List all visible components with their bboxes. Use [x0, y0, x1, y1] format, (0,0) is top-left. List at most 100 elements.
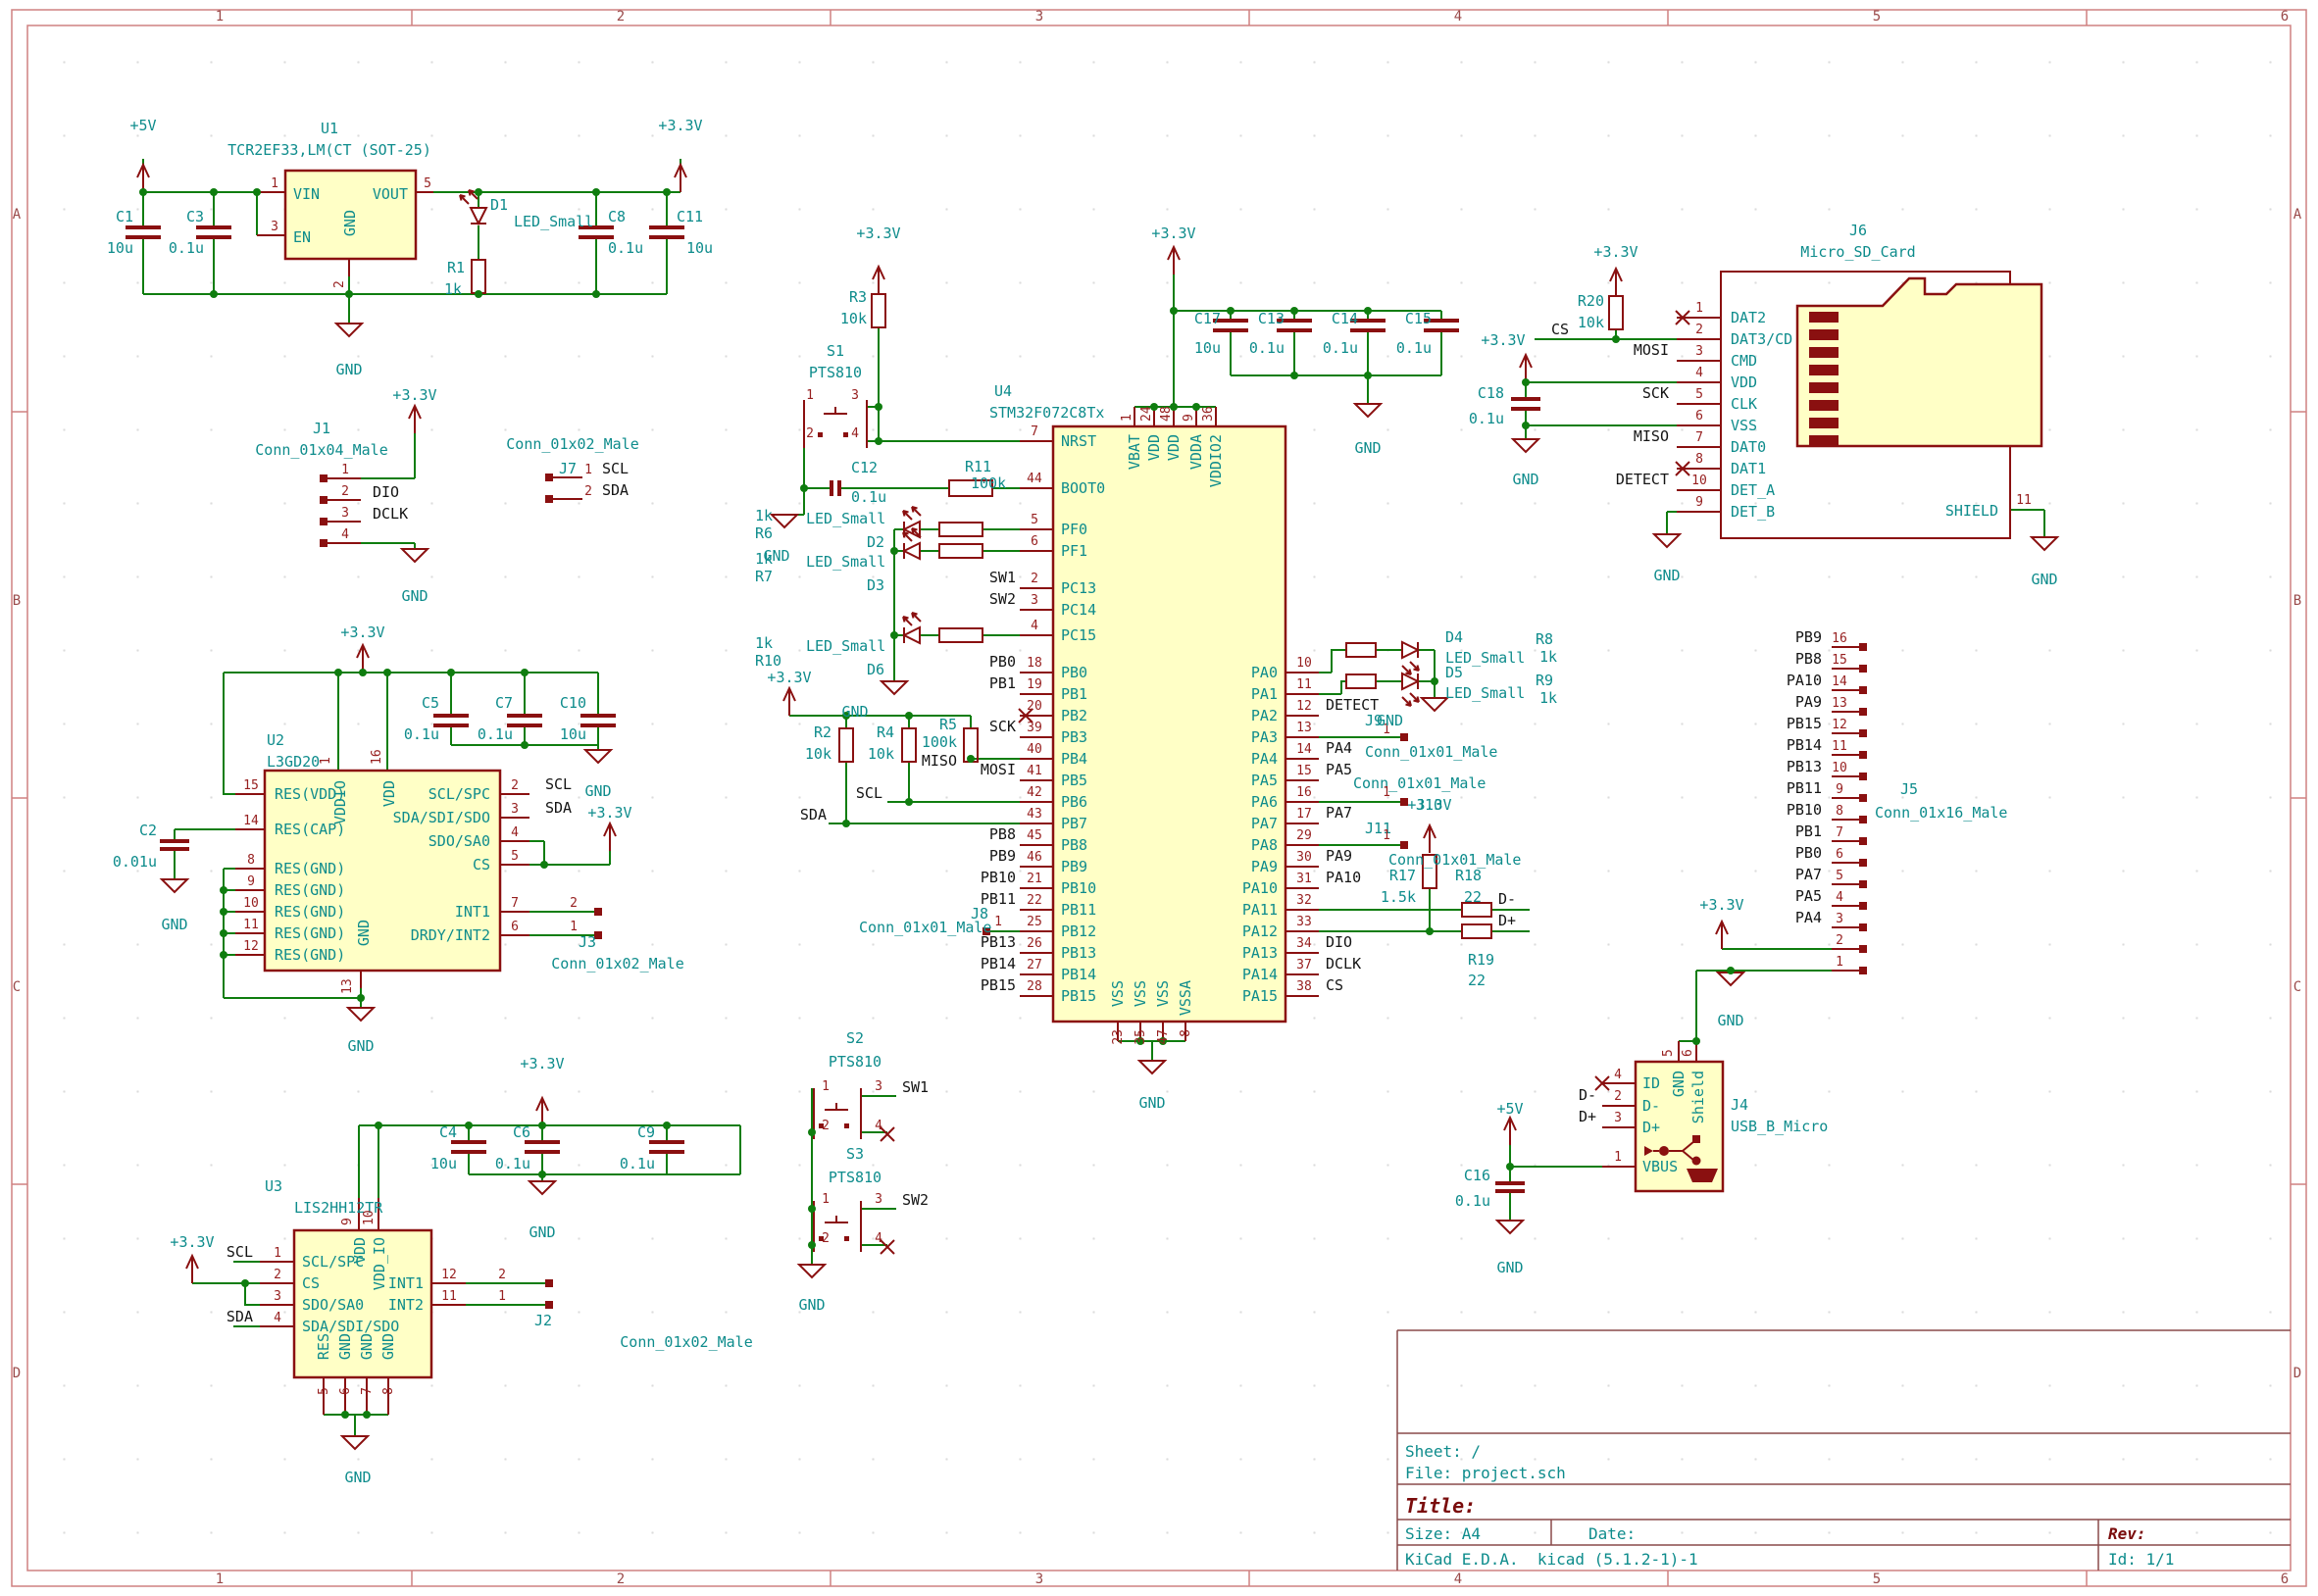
pin-number: 11: [441, 1289, 457, 1304]
gnd-symbol: [1422, 698, 1447, 711]
connector-pin-square[interactable]: [320, 539, 328, 547]
connector-pin-square[interactable]: [1859, 923, 1867, 931]
frame-column-label: 6: [2281, 9, 2289, 25]
component-label: S2: [846, 1029, 864, 1047]
connector-pin-square[interactable]: [1859, 729, 1867, 737]
connector-pin-square[interactable]: [320, 474, 328, 482]
component-label: D2: [867, 533, 884, 551]
power-label: GND: [1512, 471, 1538, 488]
component-label: C4: [439, 1123, 457, 1141]
connector-pin-square[interactable]: [1859, 708, 1867, 716]
connector-pin-square[interactable]: [1859, 816, 1867, 823]
pin-name: PB5: [1061, 772, 1087, 789]
pin-number: 1: [271, 176, 278, 191]
component-label: U3: [265, 1177, 282, 1195]
connector-pin-square[interactable]: [1859, 665, 1867, 673]
wire-junction-dot: [1522, 378, 1530, 386]
connector-pin-square[interactable]: [1400, 733, 1408, 741]
pin-name: CMD: [1731, 352, 1757, 370]
component-label: Conn_01x16_Male: [1875, 804, 2007, 822]
pin-number: 2: [1614, 1089, 1622, 1104]
connector-pin-square[interactable]: [1859, 686, 1867, 694]
schematic-canvas[interactable]: 112233445566AABBCCDD: [0, 0, 2318, 1596]
wire-junction-dot: [890, 631, 898, 639]
connector-pin-square[interactable]: [1859, 967, 1867, 974]
frame-column-label: 1: [216, 1571, 224, 1587]
component-label: 10k: [868, 745, 894, 763]
net-label: SCL: [227, 1243, 253, 1261]
titleblock-size: Size: A4: [1405, 1524, 1481, 1543]
frame-row-label: D: [2293, 1366, 2301, 1381]
component-label: C17: [1194, 310, 1221, 327]
connector-pin-square[interactable]: [1859, 837, 1867, 845]
connector-pin-square[interactable]: [545, 1301, 553, 1309]
component-label: R7: [755, 568, 773, 585]
connector-pin-square[interactable]: [545, 1279, 553, 1287]
pin-number: 5: [317, 1387, 331, 1395]
component-label: D6: [867, 661, 884, 678]
power-label: +5V: [1496, 1100, 1523, 1118]
pin-number: 7: [1836, 825, 1843, 840]
power-label: +3.3V: [1593, 243, 1638, 261]
connector-pin-square[interactable]: [1859, 751, 1867, 759]
pin-name: PA2: [1251, 707, 1278, 724]
connector-pin-square[interactable]: [1859, 773, 1867, 780]
power-label: +3.3V: [587, 804, 631, 822]
net-label: SW1: [989, 569, 1016, 586]
component-label: C10: [560, 694, 586, 712]
connector-pin-square[interactable]: [594, 908, 602, 916]
pin-number: 14: [1296, 742, 1312, 757]
connector-pin-square[interactable]: [1859, 880, 1867, 888]
wire-junction-dot: [592, 290, 600, 298]
connector-pin-square[interactable]: [545, 495, 553, 503]
wire-junction-dot: [383, 669, 391, 676]
component-bodies[interactable]: [265, 171, 2041, 1377]
component-label: U4: [994, 382, 1012, 400]
pin-number: 13: [1296, 721, 1312, 735]
pin-number: 20: [1027, 699, 1042, 714]
pin-number: 16: [1296, 785, 1312, 800]
wire-junction-dot: [359, 669, 367, 676]
pin-name: Shield: [1689, 1071, 1707, 1123]
net-label: PB9: [1795, 628, 1822, 646]
component-label: R4: [877, 723, 894, 741]
gnd-symbol: [529, 1181, 555, 1194]
component-label: PTS810: [829, 1053, 882, 1071]
net-label: PA5: [1795, 887, 1822, 905]
net-label: PB13: [1787, 758, 1822, 775]
connector-pin-square[interactable]: [1859, 945, 1867, 953]
pin-name: PA6: [1251, 793, 1278, 811]
pin-name: PF1: [1061, 542, 1087, 560]
connector-pin-square[interactable]: [1859, 859, 1867, 867]
pin-name: VSSA: [1177, 980, 1194, 1016]
pin-number: 4: [875, 1231, 882, 1246]
power-arrow-symbol: [1610, 269, 1622, 296]
connector-pin-square[interactable]: [545, 474, 553, 481]
connector-pin-square[interactable]: [1859, 902, 1867, 910]
net-label: SCL: [545, 775, 572, 793]
connector-pin-square[interactable]: [1859, 643, 1867, 651]
connector-pin-square[interactable]: [1859, 794, 1867, 802]
component-label: D5: [1445, 664, 1463, 681]
component-label: J4: [1731, 1096, 1748, 1114]
pin-number: 3: [851, 388, 859, 403]
power-label: GND: [1653, 567, 1680, 584]
pin-number: 28: [1027, 979, 1042, 994]
connector-pin-square[interactable]: [320, 496, 328, 504]
component-label: R19: [1468, 951, 1494, 969]
component-label: J5: [1900, 780, 1918, 798]
power-label: GND: [584, 782, 611, 800]
component-label: D3: [867, 576, 884, 594]
pin-number: 46: [1027, 850, 1042, 865]
component-label: 1k: [755, 634, 773, 652]
connector-pin-square[interactable]: [1400, 841, 1408, 849]
pin-number: 36: [1201, 406, 1216, 422]
frame-column-label: 3: [1035, 9, 1043, 25]
pin-name: PA14: [1242, 966, 1278, 983]
titleblock-rev-label: Rev:: [2108, 1524, 2146, 1543]
pin-number: 38: [1296, 979, 1312, 994]
connector-pin-square[interactable]: [320, 518, 328, 525]
power-label: GND: [1138, 1094, 1165, 1112]
pin-number: 1: [994, 915, 1002, 929]
net-label: SDA: [227, 1308, 253, 1325]
